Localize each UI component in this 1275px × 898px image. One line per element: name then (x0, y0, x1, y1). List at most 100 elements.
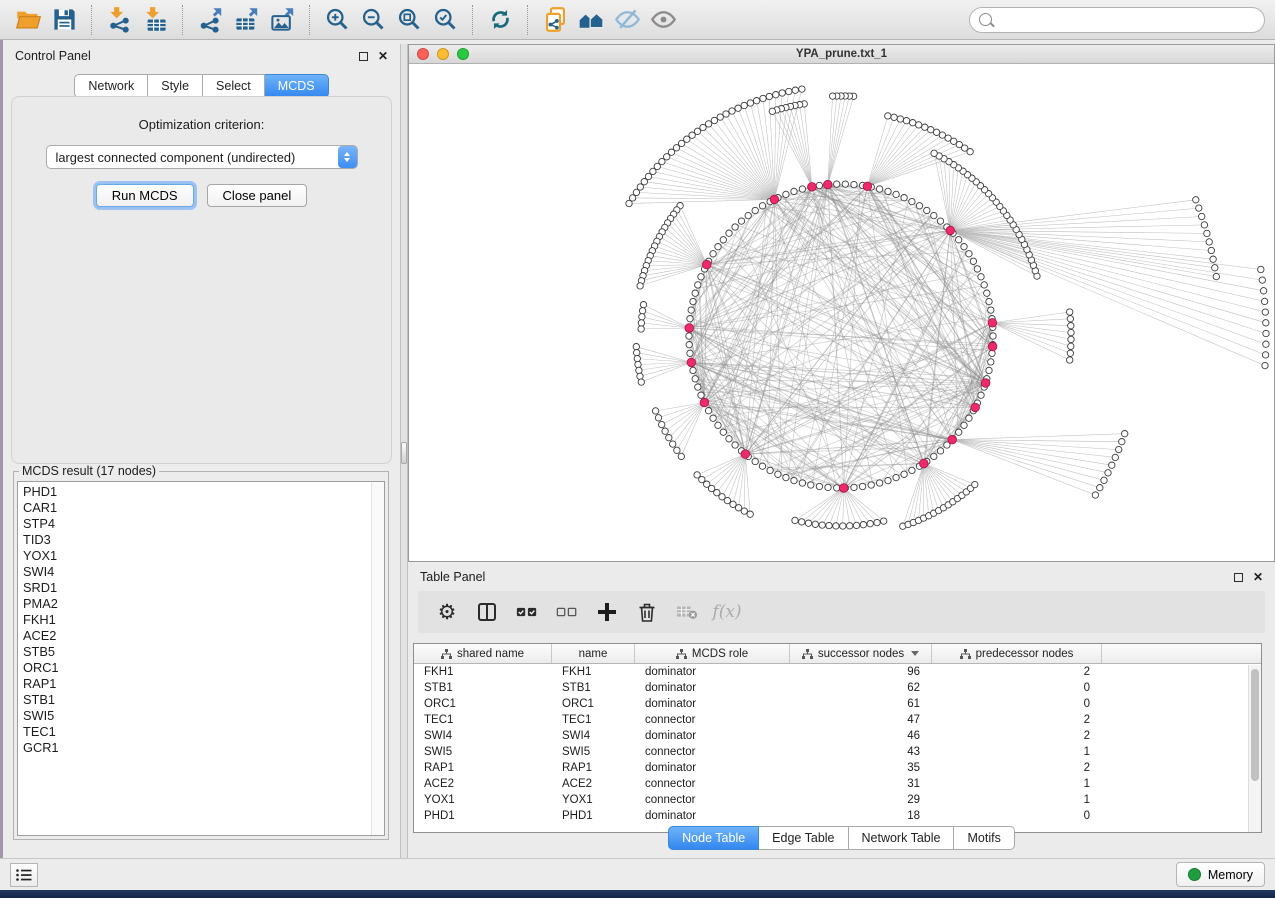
table-cell[interactable]: FKH1 (414, 666, 552, 678)
save-session-button[interactable] (46, 3, 82, 37)
tab-edge-table[interactable]: Edge Table (759, 826, 848, 850)
table-cell[interactable]: 61 (790, 698, 932, 710)
table-row[interactable]: PHD1PHD1dominator180 (414, 808, 1261, 824)
table-cell[interactable]: 96 (790, 666, 932, 678)
list-item[interactable]: SWI4 (23, 564, 384, 580)
delete-column-button[interactable] (632, 597, 662, 627)
table-cell[interactable]: connector (635, 794, 790, 806)
list-item[interactable]: SRD1 (23, 580, 384, 596)
table-cell[interactable]: connector (635, 778, 790, 790)
column-header-shared-name[interactable]: shared name (414, 644, 552, 663)
tab-node-table[interactable]: Node Table (668, 826, 759, 850)
show-graphics-details-button[interactable] (645, 3, 681, 37)
table-cell[interactable]: YOX1 (414, 794, 552, 806)
table-cell[interactable]: dominator (635, 762, 790, 774)
table-cell[interactable]: SWI4 (414, 730, 552, 742)
table-cell[interactable]: dominator (635, 682, 790, 694)
tab-select[interactable]: Select (203, 74, 265, 98)
float-panel-button[interactable] (359, 52, 368, 61)
run-mcds-button[interactable]: Run MCDS (96, 184, 194, 207)
zoom-selected-button[interactable] (427, 3, 463, 37)
table-row[interactable]: ACE2ACE2connector311 (414, 776, 1261, 792)
tab-motifs[interactable]: Motifs (954, 826, 1014, 850)
list-item[interactable]: RAP1 (23, 676, 384, 692)
update-view-button[interactable] (482, 3, 518, 37)
list-item[interactable]: CAR1 (23, 500, 384, 516)
table-cell[interactable]: SWI4 (552, 730, 635, 742)
splitter-handle[interactable] (401, 442, 407, 464)
column-header-successor-nodes[interactable]: successor nodes (790, 644, 932, 663)
table-cell[interactable]: 0 (932, 682, 1102, 694)
list-item[interactable]: TID3 (23, 532, 384, 548)
new-network-from-selection-button[interactable] (537, 3, 573, 37)
zoom-in-button[interactable] (319, 3, 355, 37)
table-cell[interactable]: YOX1 (552, 794, 635, 806)
table-cell[interactable]: 2 (932, 714, 1102, 726)
table-scrollbar-thumb[interactable] (1251, 669, 1259, 781)
zoom-out-button[interactable] (355, 3, 391, 37)
search-input[interactable] (998, 12, 1255, 28)
open-file-button[interactable] (10, 3, 46, 37)
table-cell[interactable]: STB1 (552, 682, 635, 694)
close-window-button[interactable] (417, 48, 429, 60)
zoom-fit-button[interactable] (391, 3, 427, 37)
list-item[interactable]: PHD1 (23, 484, 384, 500)
list-item[interactable]: TEC1 (23, 724, 384, 740)
import-table-button[interactable] (137, 3, 173, 37)
table-row[interactable]: ORC1ORC1dominator610 (414, 696, 1261, 712)
add-column-button[interactable] (592, 597, 622, 627)
list-item[interactable]: FKH1 (23, 612, 384, 628)
close-panel-button-mcds[interactable]: Close panel (207, 184, 308, 207)
table-cell[interactable]: 1 (932, 794, 1102, 806)
export-image-button[interactable] (264, 3, 300, 37)
tab-mcds[interactable]: MCDS (265, 74, 329, 98)
table-row[interactable]: TEC1TEC1connector472 (414, 712, 1261, 728)
table-cell[interactable]: 1 (932, 746, 1102, 758)
network-graph[interactable] (409, 64, 1274, 561)
table-cell[interactable]: 2 (932, 762, 1102, 774)
export-table-button[interactable] (228, 3, 264, 37)
table-cell[interactable]: TEC1 (552, 714, 635, 726)
criterion-dropdown[interactable]: largest connected component (undirected) (46, 145, 358, 169)
table-row[interactable]: FKH1FKH1dominator962 (414, 664, 1261, 680)
table-cell[interactable]: PHD1 (414, 810, 552, 822)
table-cell[interactable]: ACE2 (414, 778, 552, 790)
table-settings-button[interactable]: ⚙ (432, 597, 462, 627)
table-cell[interactable]: TEC1 (414, 714, 552, 726)
list-item[interactable]: GCR1 (23, 740, 384, 756)
table-cell[interactable]: ACE2 (552, 778, 635, 790)
export-network-button[interactable] (192, 3, 228, 37)
table-cell[interactable]: SWI5 (552, 746, 635, 758)
table-scrollbar[interactable] (1248, 665, 1261, 832)
deselect-all-columns-button[interactable] (552, 597, 582, 627)
table-cell[interactable]: 0 (932, 698, 1102, 710)
column-header-name[interactable]: name (552, 644, 635, 663)
table-cell[interactable]: ORC1 (414, 698, 552, 710)
maximize-window-button[interactable] (457, 48, 469, 60)
minimize-window-button[interactable] (437, 48, 449, 60)
list-item[interactable]: STP4 (23, 516, 384, 532)
hide-selected-button[interactable] (609, 3, 645, 37)
table-cell[interactable]: 1 (932, 778, 1102, 790)
table-row[interactable]: SWI5SWI5connector431 (414, 744, 1261, 760)
column-header-predecessor-nodes[interactable]: predecessor nodes (932, 644, 1102, 663)
tab-network-table[interactable]: Network Table (849, 826, 955, 850)
table-cell[interactable]: dominator (635, 730, 790, 742)
mcds-result-listbox[interactable]: PHD1CAR1STP4TID3YOX1SWI4SRD1PMA2FKH1ACE2… (17, 481, 385, 836)
network-window-titlebar[interactable]: YPA_prune.txt_1 (409, 45, 1274, 64)
table-cell[interactable]: ORC1 (552, 698, 635, 710)
table-cell[interactable]: RAP1 (414, 762, 552, 774)
table-row[interactable]: STB1STB1dominator620 (414, 680, 1261, 696)
list-item[interactable]: YOX1 (23, 548, 384, 564)
table-cell[interactable]: 2 (932, 730, 1102, 742)
table-cell[interactable]: PHD1 (552, 810, 635, 822)
table-cell[interactable]: 31 (790, 778, 932, 790)
list-scrollbar[interactable] (371, 482, 384, 835)
list-item[interactable]: ACE2 (23, 628, 384, 644)
list-item[interactable]: PMA2 (23, 596, 384, 612)
table-cell[interactable]: dominator (635, 666, 790, 678)
table-cell[interactable]: 46 (790, 730, 932, 742)
table-cell[interactable]: SWI5 (414, 746, 552, 758)
table-row[interactable]: YOX1YOX1connector291 (414, 792, 1261, 808)
memory-button[interactable]: Memory (1176, 862, 1265, 887)
